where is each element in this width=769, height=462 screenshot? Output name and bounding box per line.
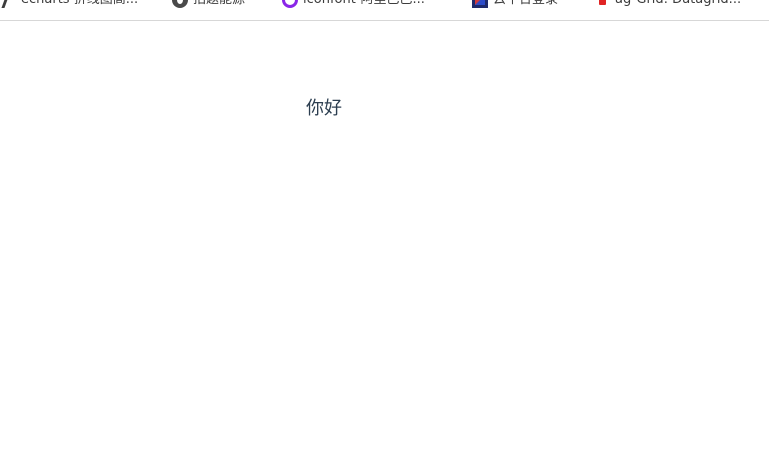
bookmark-label: ag-Grid: Datagrid... bbox=[615, 0, 741, 8]
bookmark-paiti[interactable]: 拍题能源 bbox=[172, 0, 245, 8]
bookmark-echarts[interactable]: echarts 折线图高... bbox=[0, 0, 138, 8]
bookmark-label: 云平台登录 bbox=[493, 0, 558, 8]
cloud-platform-icon bbox=[472, 0, 488, 8]
bookmark-label: 拍题能源 bbox=[193, 0, 245, 8]
bookmark-label: echarts 折线图高... bbox=[21, 0, 138, 8]
bookmark-aggrid[interactable]: ag-Grid: Datagrid... bbox=[594, 0, 741, 8]
echarts-icon bbox=[0, 0, 16, 8]
circle-gray-icon bbox=[172, 0, 188, 8]
iconfont-icon bbox=[282, 0, 298, 8]
bookmark-label: iconfont-阿里巴巴... bbox=[303, 0, 425, 8]
bookmarks-bar: echarts 折线图高... 拍题能源 iconfont-阿里巴巴... 云平… bbox=[0, 0, 769, 21]
bookmark-iconfont[interactable]: iconfont-阿里巴巴... bbox=[282, 0, 425, 8]
greeting-text: 你好 bbox=[306, 98, 342, 119]
aggrid-icon bbox=[594, 0, 610, 8]
bookmark-cloud-login[interactable]: 云平台登录 bbox=[472, 0, 558, 8]
